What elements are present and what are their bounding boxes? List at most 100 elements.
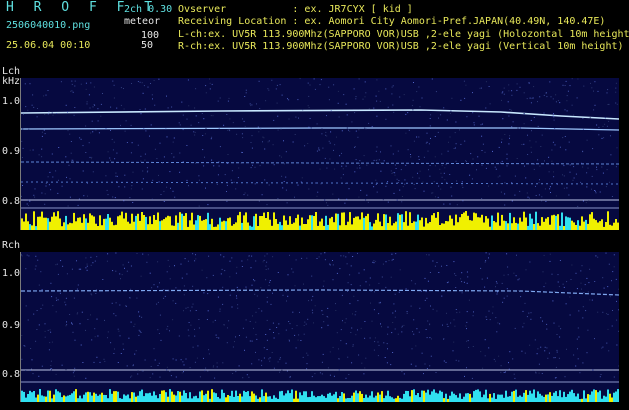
level-bar xyxy=(141,389,143,402)
noise-pixel xyxy=(335,310,337,311)
level-bar xyxy=(461,398,463,402)
noise-pixel xyxy=(429,323,431,325)
noise-pixel xyxy=(466,367,467,369)
noise-pixel xyxy=(219,97,221,99)
noise-pixel xyxy=(122,343,124,345)
noise-pixel xyxy=(506,295,508,297)
noise-pixel xyxy=(544,346,546,348)
noise-pixel xyxy=(454,132,456,134)
noise-pixel xyxy=(244,192,246,194)
noise-pixel xyxy=(202,149,204,151)
noise-pixel xyxy=(407,112,409,114)
noise-pixel xyxy=(566,95,568,97)
noise-pixel xyxy=(314,305,316,307)
noise-pixel xyxy=(348,252,350,254)
noise-pixel xyxy=(344,322,346,324)
noise-pixel xyxy=(38,284,40,286)
noise-pixel xyxy=(62,265,64,267)
noise-pixel xyxy=(52,176,54,178)
noise-pixel xyxy=(592,148,594,150)
level-bar xyxy=(305,391,307,402)
noise-pixel xyxy=(303,333,305,335)
noise-pixel xyxy=(582,200,584,202)
noise-pixel xyxy=(94,336,96,338)
noise-pixel xyxy=(247,259,249,261)
noise-pixel xyxy=(131,142,133,144)
noise-pixel xyxy=(443,107,445,109)
noise-pixel xyxy=(146,171,148,173)
noise-pixel xyxy=(263,259,265,261)
level-bar xyxy=(355,390,357,402)
noise-pixel xyxy=(529,97,531,99)
noise-pixel xyxy=(605,186,607,188)
noise-pixel xyxy=(288,340,290,342)
level-bar xyxy=(411,390,413,402)
level-bar xyxy=(195,395,197,402)
noise-pixel xyxy=(115,175,117,177)
noise-pixel xyxy=(212,321,214,323)
level-bar xyxy=(215,393,217,402)
noise-pixel xyxy=(324,252,326,254)
level-bar xyxy=(191,398,193,402)
noise-pixel xyxy=(566,100,568,102)
noise-pixel xyxy=(441,295,443,297)
noise-pixel xyxy=(419,106,421,108)
level-bar xyxy=(481,214,483,230)
level-bar xyxy=(455,214,457,230)
noise-pixel xyxy=(421,352,423,354)
noise-pixel xyxy=(249,321,251,322)
noise-pixel xyxy=(504,182,506,184)
level-bar xyxy=(315,212,317,230)
noise-pixel xyxy=(531,97,533,99)
noise-pixel xyxy=(97,108,99,110)
noise-pixel xyxy=(140,275,142,277)
noise-pixel xyxy=(502,91,504,93)
noise-pixel xyxy=(319,372,321,374)
noise-pixel xyxy=(546,323,548,325)
noise-pixel xyxy=(554,144,556,146)
level-bar xyxy=(45,217,47,230)
noise-pixel xyxy=(172,358,174,360)
noise-pixel xyxy=(321,373,323,375)
noise-pixel xyxy=(341,152,342,154)
noise-pixel xyxy=(144,108,146,110)
noise-pixel xyxy=(203,118,205,120)
noise-pixel xyxy=(182,161,184,163)
level-bar xyxy=(263,212,265,230)
noise-pixel xyxy=(283,181,285,182)
noise-pixel xyxy=(205,92,207,94)
level-bar xyxy=(337,398,339,402)
noise-pixel xyxy=(523,143,525,145)
level-bar xyxy=(495,222,497,230)
noise-pixel xyxy=(111,302,113,304)
rch-spectrogram xyxy=(20,252,619,402)
noise-pixel xyxy=(562,137,564,139)
noise-pixel xyxy=(56,113,58,114)
level-bar xyxy=(93,392,95,402)
level-bar xyxy=(191,212,193,230)
noise-pixel xyxy=(27,109,29,111)
noise-pixel xyxy=(346,127,348,129)
noise-pixel xyxy=(563,175,565,177)
noise-pixel xyxy=(116,175,118,177)
noise-pixel xyxy=(298,334,300,336)
noise-pixel xyxy=(112,149,114,151)
lch-spectrogram xyxy=(20,78,619,230)
level-bar xyxy=(509,396,511,402)
noise-pixel xyxy=(266,296,268,298)
level-bar xyxy=(331,216,333,230)
noise-pixel xyxy=(311,309,313,311)
noise-pixel xyxy=(434,265,436,267)
noise-pixel xyxy=(446,323,448,325)
noise-pixel xyxy=(305,323,307,325)
noise-pixel xyxy=(342,168,344,170)
level-bar xyxy=(353,392,355,402)
noise-pixel xyxy=(307,354,309,356)
noise-pixel xyxy=(387,181,389,183)
level-bar xyxy=(433,213,435,230)
level-bar xyxy=(223,220,225,230)
level-bar xyxy=(271,225,273,230)
noise-pixel xyxy=(250,267,252,269)
noise-pixel xyxy=(181,101,183,103)
noise-pixel xyxy=(211,83,213,85)
